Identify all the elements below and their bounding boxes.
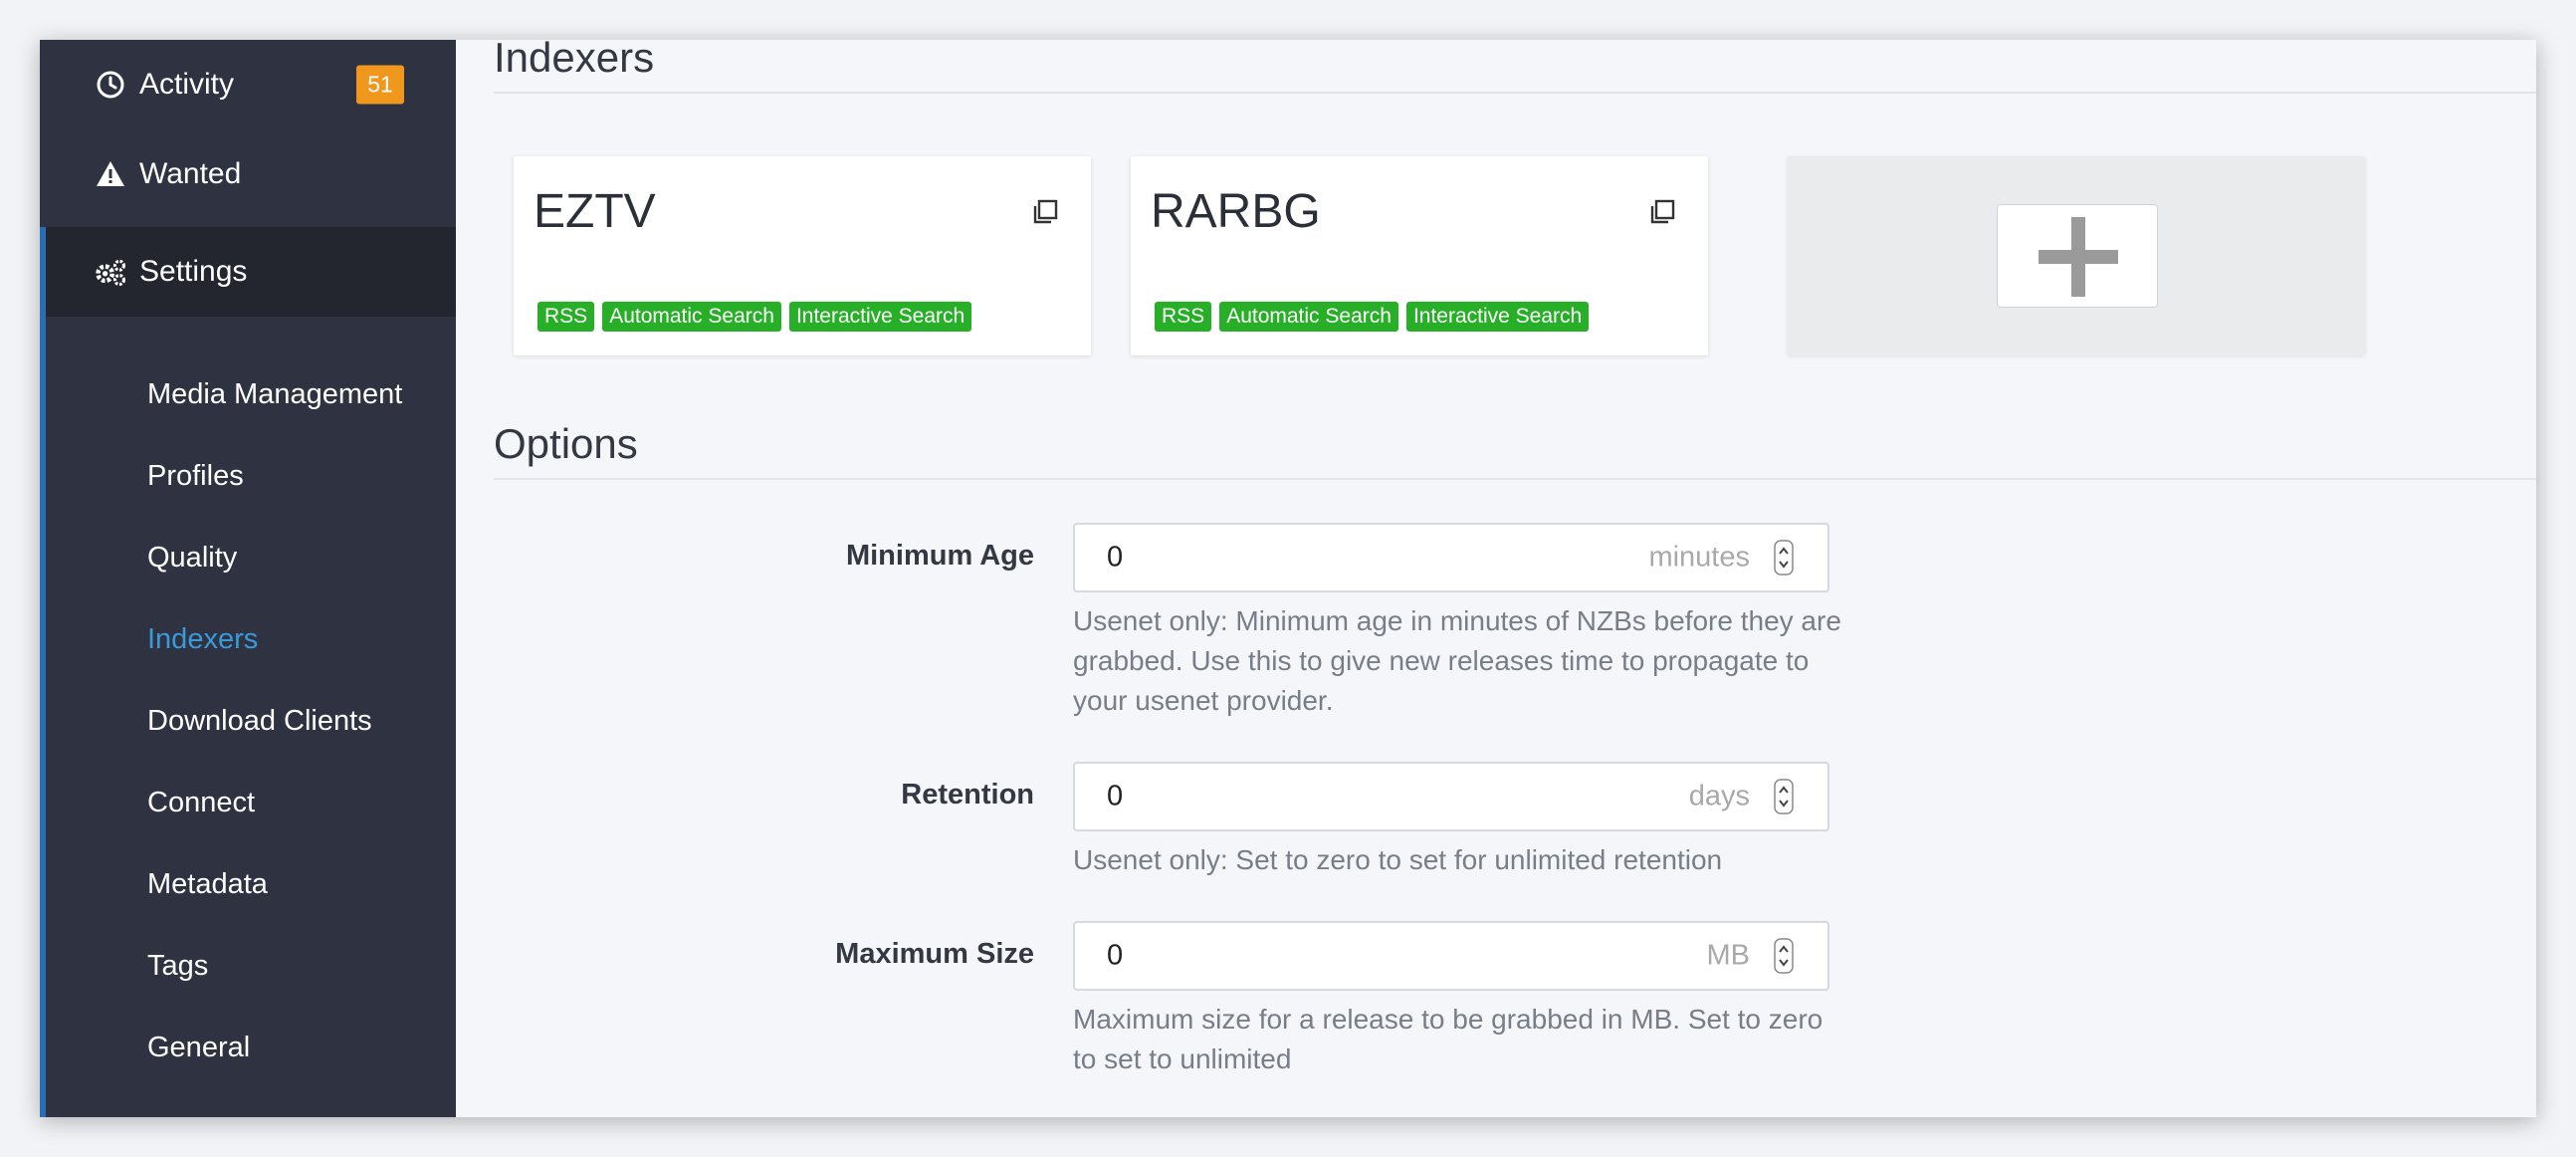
options-section-title: Options bbox=[494, 420, 638, 467]
activity-count-badge: 51 bbox=[356, 65, 404, 105]
main-content: Indexers EZTV RSS Automatic Search Inter… bbox=[456, 40, 2536, 1117]
indexers-divider bbox=[494, 92, 2536, 94]
subnav-general[interactable]: General bbox=[147, 1032, 250, 1064]
subnav-tags[interactable]: Tags bbox=[147, 950, 208, 983]
subnav-metadata[interactable]: Metadata bbox=[147, 868, 268, 901]
tag-automatic-search: Automatic Search bbox=[602, 302, 781, 332]
add-indexer-card[interactable] bbox=[1788, 156, 2365, 355]
nav-activity[interactable]: Activity 51 bbox=[40, 40, 456, 129]
indexer-name: RARBG bbox=[1151, 185, 1321, 238]
indexer-card[interactable]: RARBG RSS Automatic Search Interactive S… bbox=[1131, 156, 1708, 355]
sidebar: Activity 51 Wanted Settings Media Manage… bbox=[40, 40, 456, 1117]
options-divider bbox=[494, 478, 2536, 480]
indexer-card[interactable]: EZTV RSS Automatic Search Interactive Se… bbox=[514, 156, 1091, 355]
indexer-name: EZTV bbox=[534, 185, 656, 238]
retention-unit: days bbox=[1688, 780, 1750, 812]
spinner-icon[interactable] bbox=[1774, 938, 1794, 974]
subnav-indexers[interactable]: Indexers bbox=[147, 623, 258, 656]
maximum-size-input[interactable]: 0 MB bbox=[1073, 921, 1829, 991]
nav-wanted-label: Wanted bbox=[139, 157, 242, 190]
nav-wanted[interactable]: Wanted bbox=[40, 129, 456, 219]
maximum-size-value: 0 bbox=[1107, 939, 1124, 972]
subnav-ui[interactable]: UI bbox=[147, 1113, 176, 1117]
subnav-quality[interactable]: Quality bbox=[147, 542, 237, 575]
minimum-age-input[interactable]: 0 minutes bbox=[1073, 523, 1829, 592]
tag-interactive-search: Interactive Search bbox=[788, 302, 972, 332]
nav-activity-label: Activity bbox=[139, 68, 235, 101]
maximum-size-unit: MB bbox=[1706, 939, 1751, 972]
warning-icon bbox=[97, 161, 124, 186]
retention-label: Retention bbox=[901, 779, 1034, 810]
gears-icon bbox=[96, 259, 125, 287]
retention-value: 0 bbox=[1107, 780, 1124, 812]
add-indexer-button[interactable] bbox=[1997, 204, 2158, 308]
maximum-size-label: Maximum Size bbox=[835, 938, 1034, 970]
subnav-download-clients[interactable]: Download Clients bbox=[147, 705, 372, 738]
minimum-age-unit: minutes bbox=[1648, 541, 1750, 574]
retention-help: Usenet only: Set to zero to set for unli… bbox=[1073, 844, 1723, 875]
settings-subnav: Media Management Profiles Quality Indexe… bbox=[40, 317, 456, 1117]
maximum-size-help: Maximum size for a release to be grabbed… bbox=[1073, 1004, 1824, 1074]
clone-icon[interactable] bbox=[1648, 198, 1676, 226]
spinner-icon[interactable] bbox=[1774, 540, 1794, 576]
spinner-icon[interactable] bbox=[1774, 779, 1794, 814]
minimum-age-help: Usenet only: Minimum age in minutes of N… bbox=[1073, 605, 1841, 716]
nav-settings-label: Settings bbox=[139, 255, 248, 288]
tag-rss: RSS bbox=[537, 302, 595, 332]
subnav-media-management[interactable]: Media Management bbox=[147, 378, 402, 411]
app-window: Activity 51 Wanted Settings Media Manage… bbox=[40, 40, 2536, 1117]
minimum-age-value: 0 bbox=[1107, 541, 1124, 574]
clone-icon[interactable] bbox=[1031, 198, 1059, 226]
minimum-age-label: Minimum Age bbox=[845, 540, 1034, 572]
clock-icon bbox=[97, 71, 124, 99]
retention-input[interactable]: 0 days bbox=[1073, 762, 1829, 831]
tag-automatic-search: Automatic Search bbox=[1219, 302, 1398, 332]
indexers-section-title: Indexers bbox=[494, 40, 655, 81]
indexer-tags: RSS Automatic Search Interactive Search bbox=[1155, 302, 1590, 332]
indexer-tags: RSS Automatic Search Interactive Search bbox=[537, 302, 972, 332]
tag-rss: RSS bbox=[1155, 302, 1212, 332]
subnav-connect[interactable]: Connect bbox=[147, 787, 255, 819]
subnav-profiles[interactable]: Profiles bbox=[147, 460, 244, 493]
nav-settings[interactable]: Settings bbox=[40, 227, 456, 317]
tag-interactive-search: Interactive Search bbox=[1405, 302, 1590, 332]
